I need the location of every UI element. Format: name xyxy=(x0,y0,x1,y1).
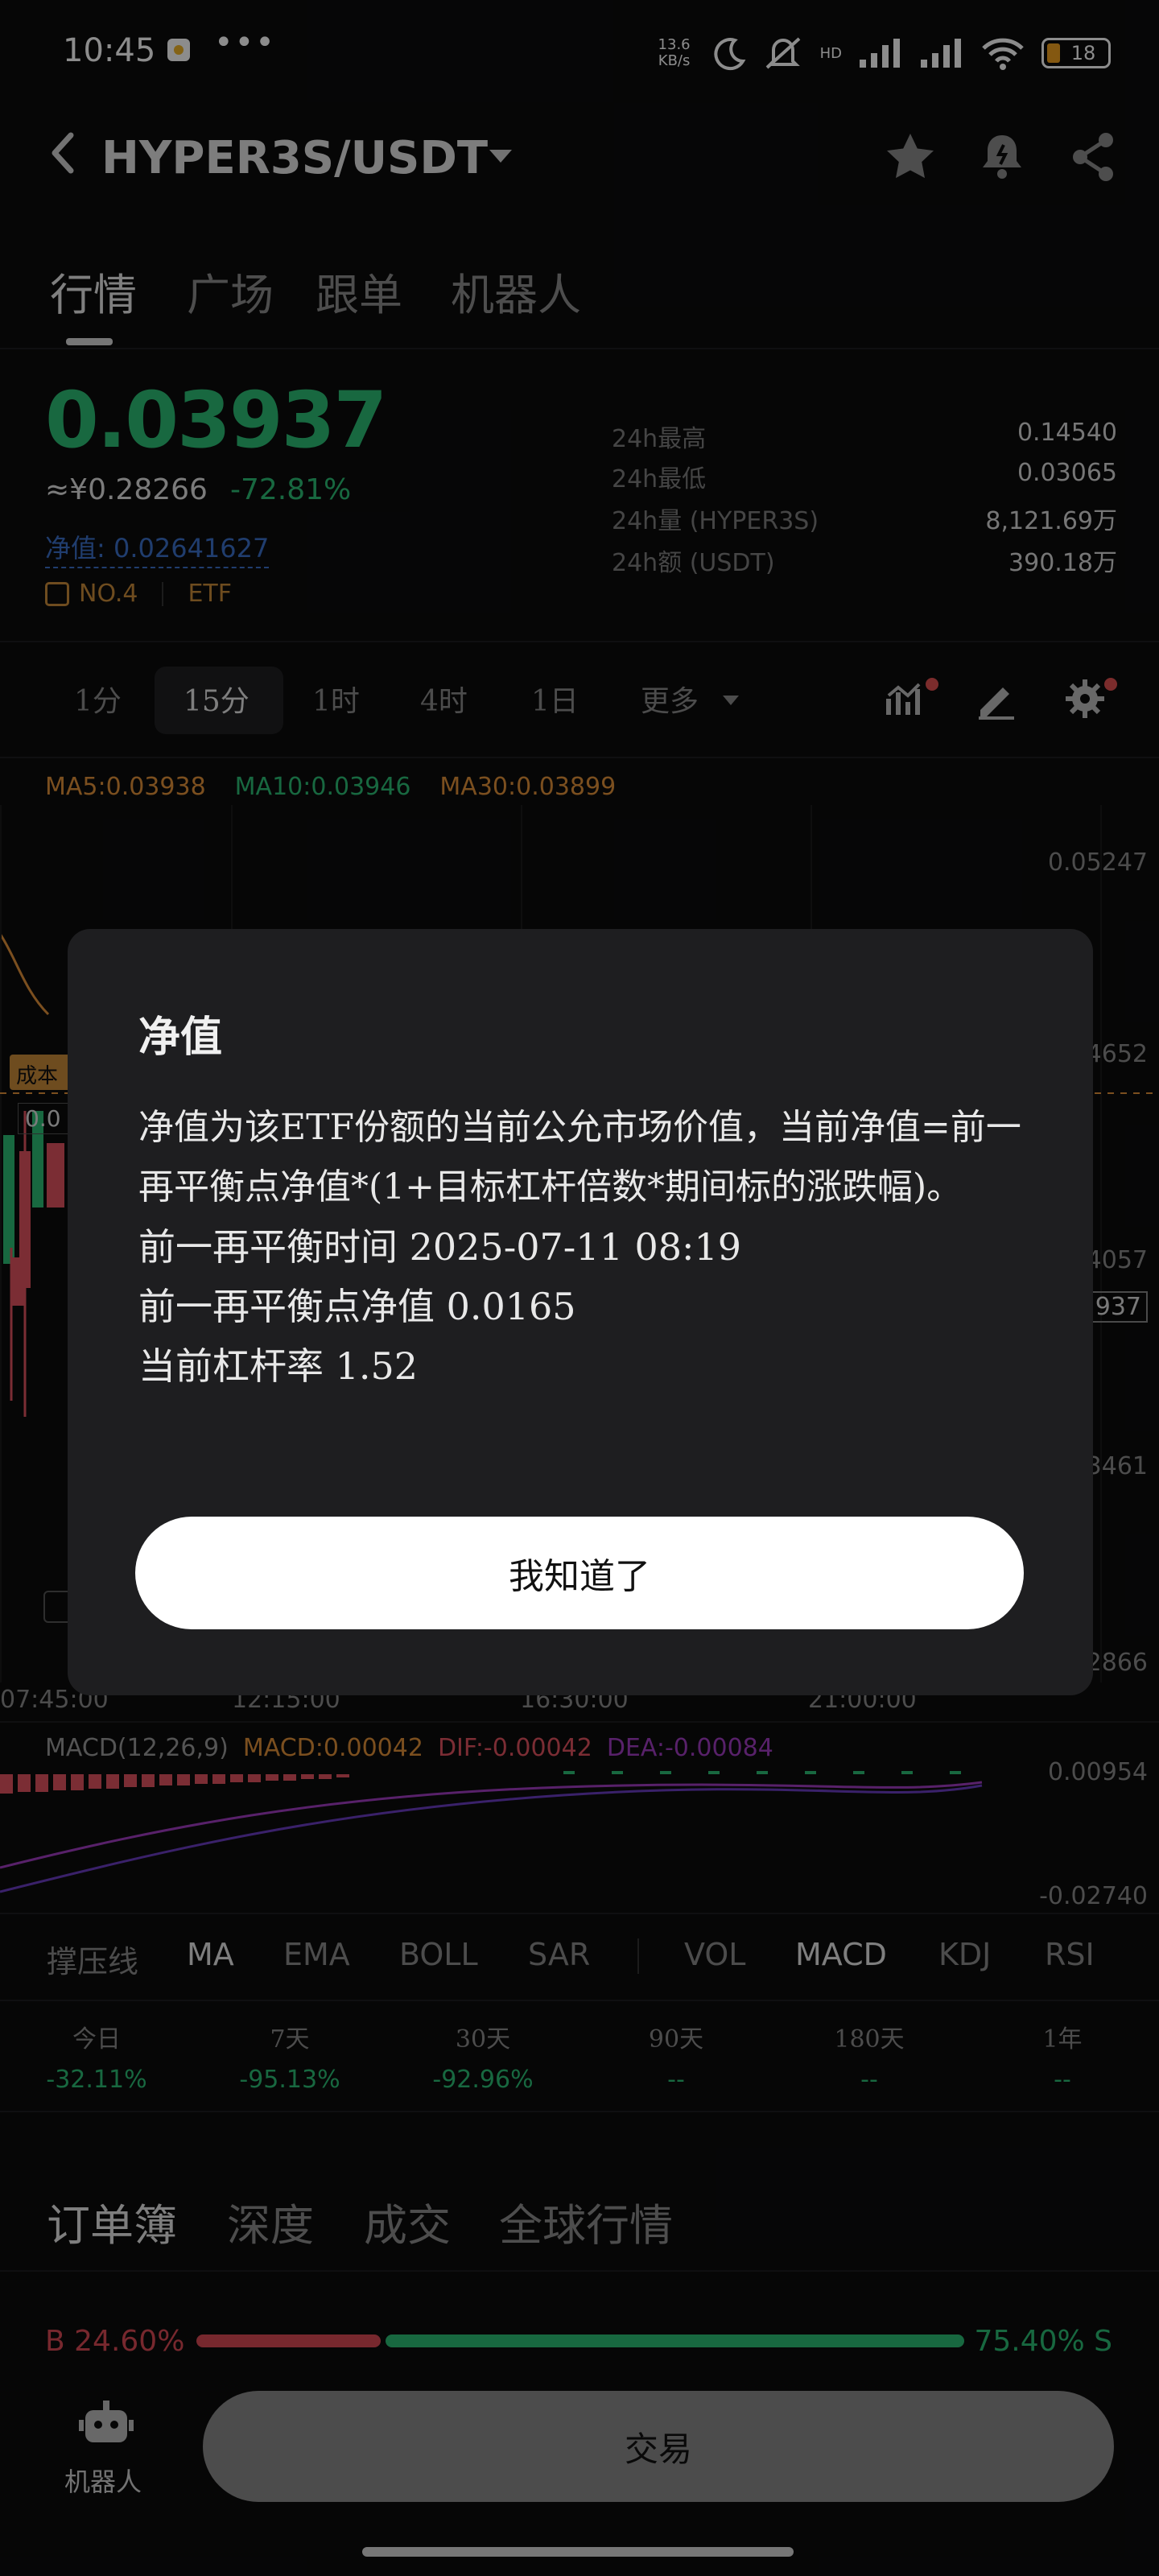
dialog-body: 净值为该ETF份额的当前公允市场价值，当前净值=前一再平衡点净值*(1+目标杠杆… xyxy=(138,1098,1024,1396)
dialog-title: 净值 xyxy=(138,1013,223,1062)
current-leverage: 当前杠杆率 1.52 xyxy=(138,1344,419,1388)
confirm-button[interactable]: 我知道了 xyxy=(135,1517,1024,1629)
rebalance-time: 前一再平衡时间 2025-07-11 08:19 xyxy=(138,1225,742,1269)
dialog-description: 净值为该ETF份额的当前公允市场价值，当前净值=前一再平衡点净值*(1+目标杠杆… xyxy=(138,1107,1021,1208)
rebalance-nav: 前一再平衡点净值 0.0165 xyxy=(138,1285,576,1328)
